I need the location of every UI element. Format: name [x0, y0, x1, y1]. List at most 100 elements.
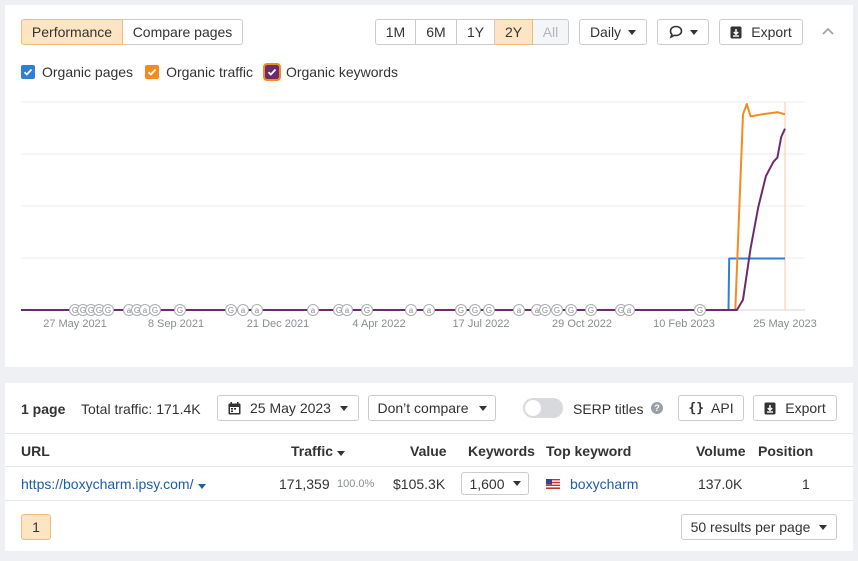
top-keyword-link[interactable]: boxycharm: [570, 476, 638, 492]
annotation-marker[interactable]: a: [341, 304, 353, 316]
annotation-marker[interactable]: G: [361, 304, 373, 316]
annotation-marker[interactable]: a: [623, 304, 635, 316]
annotation-marker-letter: G: [472, 306, 478, 315]
annotation-marker[interactable]: G: [539, 304, 551, 316]
annotation-marker[interactable]: a: [251, 304, 263, 316]
chevron-down-icon[interactable]: [198, 484, 207, 489]
annotation-marker-letter: a: [241, 306, 246, 315]
pagination-page-1[interactable]: 1: [21, 514, 51, 540]
col-traffic[interactable]: Traffic: [291, 443, 346, 459]
us-flag-icon: [546, 479, 560, 489]
annotation-marker-letter: a: [535, 306, 540, 315]
value-cell: $105.3K: [393, 476, 446, 492]
traffic-cell: 171,359: [279, 476, 330, 492]
col-value[interactable]: Value: [410, 443, 447, 459]
compare-label: Don’t compare: [377, 400, 469, 416]
series-line-organic-pages: [21, 257, 785, 311]
export-label: Export: [785, 400, 826, 416]
annotation-marker-letter: a: [627, 306, 632, 315]
annotation-marker[interactable]: G: [225, 304, 237, 316]
chevron-down-icon: [512, 481, 521, 486]
keywords-value: 1,600: [469, 475, 505, 492]
annotation-marker[interactable]: a: [139, 304, 151, 316]
annotation-marker-letter: a: [311, 306, 316, 315]
chevron-down-icon: [819, 524, 828, 530]
col-top-keyword[interactable]: Top keyword: [546, 443, 631, 459]
annotation-marker[interactable]: a: [513, 304, 525, 316]
annotation-marker-letter: G: [554, 306, 560, 315]
annotation-marker-letter: a: [409, 306, 414, 315]
annotation-marker-letter: G: [458, 306, 464, 315]
annotation-marker[interactable]: a: [405, 304, 417, 316]
annotation-marker[interactable]: G: [102, 304, 114, 316]
traffic-share: 100.0%: [337, 478, 375, 490]
x-tick-label: 27 May 2021: [43, 318, 107, 330]
performance-chart[interactable]: GGGGGaGaGGGaaaGaGaaGGGaaGGGGGaG: [5, 5, 853, 335]
x-tick-label: 17 Jul 2022: [452, 318, 510, 330]
table-header: URL Traffic Value Keywords Top keyword V…: [5, 433, 853, 467]
annotation-marker[interactable]: G: [565, 304, 577, 316]
annotation-marker-letter: G: [542, 306, 548, 315]
compare-dropdown[interactable]: Don’t compare: [368, 395, 496, 421]
total-traffic: Total traffic: 171.4K: [81, 401, 201, 417]
pages-panel: 1 page Total traffic: 171.4K 25 May 2023…: [5, 383, 853, 551]
top-keyword-cell[interactable]: boxycharm: [570, 476, 638, 492]
code-braces-icon: {}: [688, 400, 705, 416]
annotation-marker-letter: a: [427, 306, 432, 315]
annotation-marker[interactable]: G: [174, 304, 186, 316]
annotation-marker[interactable]: a: [423, 304, 435, 316]
col-volume[interactable]: Volume: [696, 443, 746, 459]
table-export-button[interactable]: Export: [753, 395, 837, 421]
toggle-knob: [525, 400, 541, 416]
results-per-page-dropdown[interactable]: 50 results per page: [681, 514, 837, 540]
annotation-marker[interactable]: G: [551, 304, 563, 316]
date-picker[interactable]: 25 May 2023: [217, 395, 359, 421]
annotation-marker[interactable]: G: [585, 304, 597, 316]
annotation-marker[interactable]: G: [455, 304, 467, 316]
annotation-marker-letter: G: [96, 306, 102, 315]
annotation-marker-letter: G: [364, 306, 370, 315]
table-row: https://boxycharm.ipsy.com/ 171,359 100.…: [5, 467, 853, 501]
col-position[interactable]: Position: [758, 443, 813, 459]
volume-cell: 137.0K: [698, 476, 743, 492]
annotation-marker-letter: G: [697, 306, 703, 315]
annotation-marker[interactable]: a: [237, 304, 249, 316]
serp-titles-toggle[interactable]: [523, 398, 563, 418]
annotation-marker-letter: a: [255, 306, 260, 315]
serp-titles-label: SERP titles: [573, 401, 644, 417]
col-url[interactable]: URL: [21, 443, 50, 459]
x-tick-label: 8 Sep 2021: [147, 318, 205, 330]
pages-count: 1 page: [21, 401, 66, 417]
url-link[interactable]: https://boxycharm.ipsy.com/: [21, 476, 193, 492]
api-button[interactable]: {} API: [678, 395, 744, 421]
annotation-marker-letter: G: [486, 306, 492, 315]
annotation-marker[interactable]: a: [307, 304, 319, 316]
series-line-organic-traffic: [21, 103, 786, 311]
annotation-marker-letter: a: [517, 306, 522, 315]
col-keywords[interactable]: Keywords: [468, 443, 535, 459]
api-label: API: [711, 400, 734, 416]
chevron-down-icon: [478, 405, 487, 411]
annotation-marker[interactable]: G: [694, 304, 706, 316]
help-icon[interactable]: ?: [651, 402, 663, 414]
chevron-down-icon: [339, 405, 348, 411]
series-line-organic-keywords: [21, 128, 786, 311]
annotation-marker[interactable]: G: [469, 304, 481, 316]
annotation-marker[interactable]: G: [149, 304, 161, 316]
col-traffic-label: Traffic: [291, 443, 334, 459]
x-tick-label: 4 Apr 2022: [352, 318, 406, 330]
per-page-label: 50 results per page: [690, 519, 811, 535]
calendar-icon: [228, 401, 241, 414]
keywords-dropdown[interactable]: 1,600: [461, 472, 529, 495]
annotation-marker[interactable]: G: [483, 304, 495, 316]
annotation-marker-letter: a: [345, 306, 350, 315]
sort-desc-icon: [337, 451, 346, 456]
performance-panel: Performance Compare pages 1M 6M 1Y 2Y Al…: [5, 5, 853, 367]
x-tick-label: 21 Dec 2021: [246, 318, 310, 330]
download-icon: [764, 402, 776, 414]
url-cell[interactable]: https://boxycharm.ipsy.com/: [21, 476, 207, 492]
position-cell: 1: [802, 476, 810, 492]
annotation-marker-letter: G: [588, 306, 594, 315]
x-tick-label: 25 May 2023: [753, 318, 817, 330]
x-tick-label: 29 Oct 2022: [552, 318, 612, 330]
